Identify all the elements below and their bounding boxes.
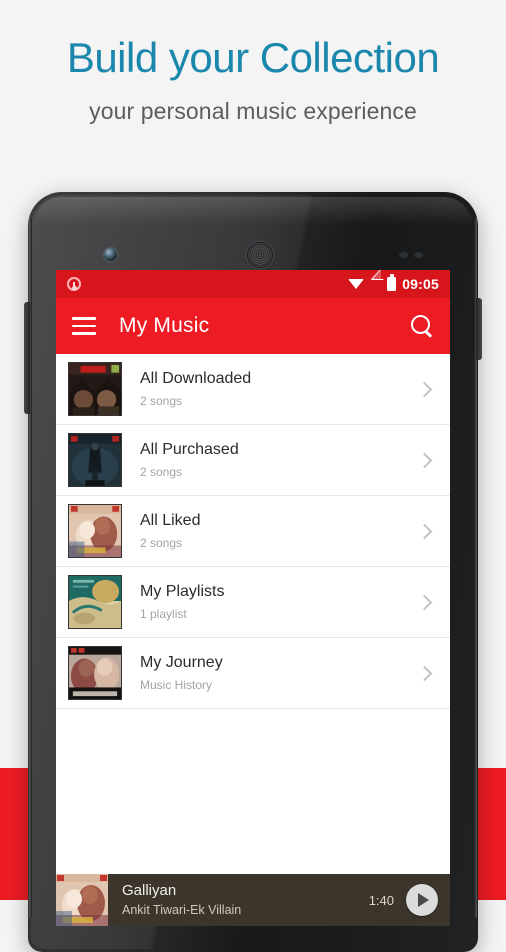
album-art-thumbnail bbox=[68, 575, 122, 629]
album-art-thumbnail bbox=[68, 646, 122, 700]
now-playing-title: Galliyan bbox=[122, 882, 177, 899]
list-item-subtitle: 2 songs bbox=[140, 536, 183, 551]
phone-screen: 09:05 My Music All Downloaded 2 songs Al… bbox=[56, 270, 450, 926]
list-item[interactable]: All Purchased 2 songs bbox=[56, 425, 450, 496]
now-playing-text: Galliyan Ankit Tiwari-Ek Villain bbox=[122, 882, 369, 918]
app-bar: My Music bbox=[56, 298, 450, 354]
status-bar-clock: 09:05 bbox=[402, 276, 439, 292]
now-playing-bar[interactable]: Galliyan Ankit Tiwari-Ek Villain 1:40 bbox=[56, 874, 450, 926]
promo-header: Build your Collection your personal musi… bbox=[0, 34, 506, 125]
album-art-thumbnail bbox=[68, 504, 122, 558]
list-item-text: My Playlists 1 playlist bbox=[140, 582, 419, 621]
front-camera-icon bbox=[104, 248, 117, 261]
music-note-icon bbox=[67, 277, 81, 291]
list-item-subtitle: 1 playlist bbox=[140, 607, 187, 622]
list-item[interactable]: My Playlists 1 playlist bbox=[56, 567, 450, 638]
list-item-title: All Liked bbox=[140, 512, 201, 530]
wifi-icon bbox=[348, 279, 365, 289]
status-bar-system: 09:05 bbox=[348, 270, 439, 292]
music-library-list: All Downloaded 2 songs All Purchased 2 s… bbox=[56, 354, 450, 709]
hamburger-menu-icon[interactable] bbox=[72, 317, 96, 335]
chevron-right-icon bbox=[416, 523, 433, 539]
chevron-right-icon bbox=[416, 594, 433, 610]
phone-mockup: 09:05 My Music All Downloaded 2 songs Al… bbox=[24, 192, 482, 952]
earpiece-speaker-icon bbox=[247, 242, 273, 268]
now-playing-duration: 1:40 bbox=[368, 892, 394, 908]
power-button[interactable] bbox=[476, 298, 482, 360]
now-playing-album-art bbox=[56, 874, 108, 926]
now-playing-artist: Ankit Tiwari-Ek Villain bbox=[122, 903, 242, 917]
list-item[interactable]: All Liked 2 songs bbox=[56, 496, 450, 567]
list-item-text: My Journey Music History bbox=[140, 653, 419, 692]
list-item-title: My Playlists bbox=[140, 583, 225, 601]
list-item[interactable]: My Journey Music History bbox=[56, 638, 450, 709]
proximity-sensor-icon bbox=[399, 252, 408, 258]
list-item-subtitle: 2 songs bbox=[140, 394, 183, 409]
chevron-right-icon bbox=[416, 381, 433, 397]
list-item-subtitle: 2 songs bbox=[140, 465, 183, 480]
volume-button[interactable] bbox=[24, 302, 30, 414]
album-art-thumbnail bbox=[68, 362, 122, 416]
page-title: Build your Collection bbox=[66, 34, 440, 81]
album-art-thumbnail bbox=[68, 433, 122, 487]
battery-icon bbox=[387, 274, 397, 291]
signal-icon bbox=[370, 270, 382, 290]
search-icon[interactable] bbox=[410, 314, 434, 338]
list-item-text: All Liked 2 songs bbox=[140, 511, 419, 550]
list-item-subtitle: Music History bbox=[140, 678, 213, 693]
list-item-text: All Downloaded 2 songs bbox=[140, 369, 419, 408]
list-item[interactable]: All Downloaded 2 songs bbox=[56, 354, 450, 425]
light-sensor-icon bbox=[414, 252, 423, 258]
list-item-title: All Purchased bbox=[140, 441, 239, 459]
status-bar-notifications bbox=[67, 277, 81, 291]
page-subtitle: your personal music experience bbox=[89, 98, 417, 125]
chevron-right-icon bbox=[416, 452, 433, 468]
app-bar-title: My Music bbox=[119, 314, 210, 337]
list-item-title: My Journey bbox=[140, 654, 223, 672]
play-button[interactable] bbox=[406, 884, 438, 916]
chevron-right-icon bbox=[416, 665, 433, 681]
list-item-title: All Downloaded bbox=[140, 370, 252, 388]
status-bar: 09:05 bbox=[56, 270, 450, 298]
list-item-text: All Purchased 2 songs bbox=[140, 440, 419, 479]
